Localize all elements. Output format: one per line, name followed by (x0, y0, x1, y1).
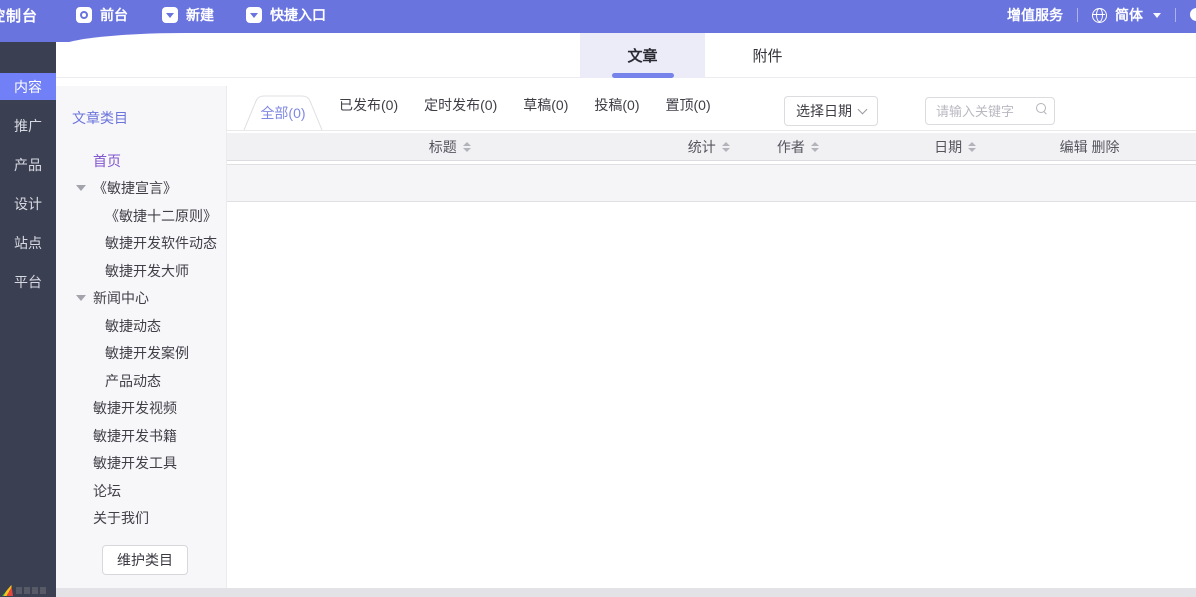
filter-tab-all-label: 全部(0) (260, 103, 305, 123)
left-nav-rail: 内容 推广 产品 设计 站点 平台 (0, 42, 56, 597)
column-stats-label: 统计 (688, 137, 716, 157)
main-card: 文章 附件 文章类目 首页 《敏捷宣言》 《敏捷十二原则》 敏捷开发软件动态 敏… (56, 33, 1196, 597)
menu-new-label: 新建 (186, 5, 214, 25)
chevron-down-icon (858, 104, 868, 114)
table-header: 标题 统计 作者 日期 编辑 删除 (227, 133, 1196, 161)
category-label: 《敏捷宣言》 (93, 178, 177, 198)
divider (1175, 8, 1176, 22)
maintain-categories-button[interactable]: 维护类目 (102, 545, 188, 575)
column-stats[interactable]: 统计 (672, 137, 745, 157)
sort-icon[interactable] (722, 142, 730, 152)
sort-icon[interactable] (811, 142, 819, 152)
article-list-panel: 全部(0) 已发布(0) 定时发布(0) 草稿(0) 投稿(0) 置顶(0) 选… (227, 79, 1196, 597)
category-item-twelve-principles[interactable]: 《敏捷十二原则》 (72, 202, 226, 230)
select-date-button[interactable]: 选择日期 (784, 96, 878, 126)
category-item-forum[interactable]: 论坛 (72, 477, 226, 505)
empty-table-row (227, 164, 1196, 202)
nav-item-promotion[interactable]: 推广 (0, 112, 56, 139)
filter-tab-scheduled[interactable]: 定时发布(0) (424, 95, 497, 115)
filter-tab-submissions[interactable]: 投稿(0) (594, 95, 639, 115)
column-actions: 编辑 删除 (1060, 137, 1196, 157)
category-item-about-us[interactable]: 关于我们 (72, 505, 226, 533)
caret-down-icon[interactable] (76, 185, 86, 191)
tab-articles[interactable]: 文章 (580, 33, 705, 78)
category-item-case-studies[interactable]: 敏捷开发案例 (72, 340, 226, 368)
nav-item-content[interactable]: 内容 (0, 73, 56, 100)
value-added-services-link[interactable]: 增值服务 (1007, 5, 1063, 25)
category-item-tools[interactable]: 敏捷开发工具 (72, 450, 226, 478)
column-author[interactable]: 作者 (745, 137, 850, 157)
nav-item-site[interactable]: 站点 (0, 229, 56, 256)
category-panel-title: 文章类目 (72, 108, 226, 128)
chevron-down-icon (1153, 13, 1161, 18)
divider (1077, 8, 1078, 22)
category-item-product-news[interactable]: 产品动态 (72, 367, 226, 395)
menu-quick-entry[interactable]: 快捷入口 (246, 5, 326, 25)
menu-frontend-label: 前台 (100, 5, 128, 25)
category-item-books[interactable]: 敏捷开发书籍 (72, 422, 226, 450)
search-box (925, 97, 1055, 125)
select-date-label: 选择日期 (796, 101, 852, 121)
column-title-label: 标题 (429, 137, 457, 157)
category-item-agile-masters[interactable]: 敏捷开发大师 (72, 257, 226, 285)
search-icon[interactable] (1036, 103, 1046, 113)
caret-square-icon (246, 7, 262, 23)
caret-down-icon[interactable] (76, 295, 86, 301)
menu-frontend[interactable]: 前台 (76, 5, 128, 25)
filter-tab-drafts[interactable]: 草稿(0) (523, 95, 568, 115)
column-date-label: 日期 (934, 137, 962, 157)
filter-row: 全部(0) 已发布(0) 定时发布(0) 草稿(0) 投稿(0) 置顶(0) 选… (227, 79, 1196, 131)
category-item-agile-news[interactable]: 敏捷动态 (72, 312, 226, 340)
column-author-label: 作者 (777, 137, 805, 157)
sort-icon[interactable] (968, 142, 976, 152)
nav-item-platform[interactable]: 平台 (0, 268, 56, 295)
browser-extension-badge (2, 585, 46, 596)
console-brand: 控制台 (0, 5, 38, 26)
column-title[interactable]: 标题 (227, 137, 672, 157)
header-tab-band: 文章 附件 (56, 33, 1196, 78)
category-panel: 文章类目 首页 《敏捷宣言》 《敏捷十二原则》 敏捷开发软件动态 敏捷开发大师 … (56, 86, 227, 588)
category-label: 新闻中心 (93, 288, 149, 308)
bottom-strip (56, 588, 1196, 597)
nav-item-product[interactable]: 产品 (0, 151, 56, 178)
category-item-software-news[interactable]: 敏捷开发软件动态 (72, 230, 226, 258)
column-date[interactable]: 日期 (851, 137, 1060, 157)
menu-quick-entry-label: 快捷入口 (270, 5, 326, 25)
badge-text-illegible (16, 587, 46, 594)
eye-icon (76, 7, 92, 23)
extension-icon (2, 585, 13, 596)
category-item-news-center[interactable]: 新闻中心 (72, 285, 226, 313)
user-avatar[interactable] (1190, 7, 1196, 23)
menu-new[interactable]: 新建 (162, 5, 214, 25)
column-actions-label: 编辑 删除 (1060, 137, 1120, 157)
filter-tab-published[interactable]: 已发布(0) (339, 95, 398, 115)
language-label: 简体 (1115, 5, 1143, 25)
category-item-agile-manifesto[interactable]: 《敏捷宣言》 (72, 175, 226, 203)
tab-attachments[interactable]: 附件 (705, 33, 830, 78)
category-item-videos[interactable]: 敏捷开发视频 (72, 395, 226, 423)
caret-square-icon (162, 7, 178, 23)
category-item-home[interactable]: 首页 (72, 147, 226, 175)
globe-icon (1092, 8, 1107, 23)
nav-item-design[interactable]: 设计 (0, 190, 56, 217)
language-switcher[interactable]: 简体 (1092, 5, 1161, 25)
filter-tab-pinned[interactable]: 置顶(0) (666, 95, 711, 115)
sort-icon[interactable] (463, 142, 471, 152)
filter-tab-all[interactable]: 全部(0) (243, 95, 323, 130)
